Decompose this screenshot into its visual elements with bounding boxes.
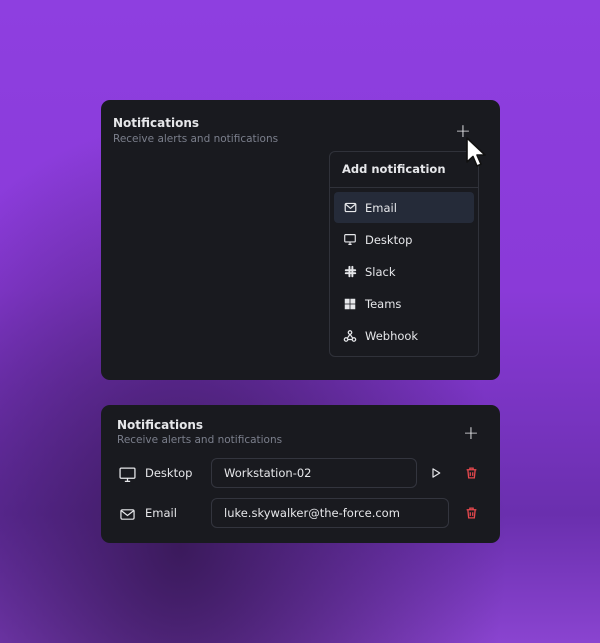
menu-divider (330, 187, 478, 188)
monitor-icon (117, 464, 137, 484)
email-address-field[interactable] (211, 498, 449, 528)
menu-item-label: Email (365, 200, 397, 215)
card-subtitle: Receive alerts and notifications (117, 434, 283, 446)
notifications-card-open: Notifications Receive alerts and notific… (101, 100, 500, 380)
menu-item-teams[interactable]: Teams (334, 288, 474, 319)
mouse-cursor-icon (466, 137, 486, 167)
menu-item-slack[interactable]: Slack (334, 256, 474, 287)
trash-icon (466, 467, 476, 479)
card-title: Notifications (113, 116, 200, 130)
menu-item-label: Teams (365, 296, 402, 311)
mail-icon (342, 200, 358, 216)
mail-icon (117, 504, 137, 524)
card-title: Notifications (117, 418, 204, 432)
monitor-icon (342, 232, 358, 248)
row-label: Email (145, 506, 177, 520)
menu-item-email[interactable]: Email (334, 192, 474, 223)
webhook-icon (342, 328, 358, 344)
add-notification-button[interactable]: + (461, 423, 481, 443)
notifications-card: Notifications Receive alerts and notific… (101, 405, 500, 543)
menu-item-webhook[interactable]: Webhook (334, 320, 474, 351)
trash-icon (466, 507, 476, 519)
menu-item-label: Desktop (365, 232, 413, 247)
test-play-button[interactable] (427, 464, 445, 482)
row-label: Desktop (145, 466, 193, 480)
slack-icon (342, 264, 358, 280)
card-subtitle: Receive alerts and notifications (113, 133, 279, 145)
desktop-name-field[interactable] (211, 458, 417, 488)
delete-desktop-button[interactable] (462, 464, 480, 482)
delete-email-button[interactable] (462, 504, 480, 522)
teams-icon (342, 296, 358, 312)
add-notification-menu: Add notification Email Desktop Slack Tea… (329, 151, 479, 357)
menu-header: Add notification (342, 162, 446, 176)
menu-item-label: Webhook (365, 328, 419, 343)
menu-item-label: Slack (365, 264, 396, 279)
menu-item-desktop[interactable]: Desktop (334, 224, 474, 255)
play-icon (432, 468, 441, 478)
